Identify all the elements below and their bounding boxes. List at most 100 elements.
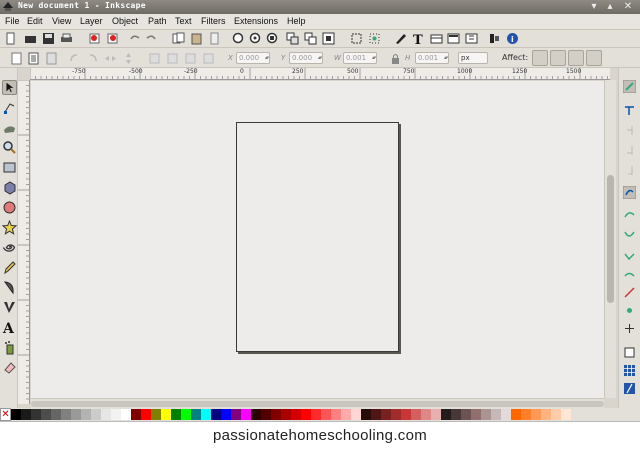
- color-swatch[interactable]: [181, 409, 191, 420]
- color-swatch[interactable]: [101, 409, 111, 420]
- rotate-cw-icon[interactable]: [86, 52, 99, 65]
- snap-rotation-center-icon[interactable]: [623, 322, 636, 335]
- color-swatch[interactable]: [441, 409, 451, 420]
- raise-icon[interactable]: [166, 52, 179, 65]
- height-field[interactable]: 0.001: [415, 52, 449, 64]
- color-swatch[interactable]: [111, 409, 121, 420]
- spray-tool-icon[interactable]: [2, 340, 17, 355]
- menu-file[interactable]: File: [5, 16, 20, 26]
- color-swatch[interactable]: [151, 409, 161, 420]
- snap-toggle-icon[interactable]: [623, 80, 636, 93]
- fill-stroke-icon[interactable]: [394, 32, 407, 45]
- flip-horizontal-icon[interactable]: [104, 52, 117, 65]
- color-swatch[interactable]: [541, 409, 551, 420]
- snap-page-border-icon[interactable]: [623, 346, 636, 359]
- zoom-tool-icon[interactable]: [2, 140, 17, 155]
- text-font-icon[interactable]: T: [412, 32, 425, 45]
- selector-tool-icon[interactable]: [2, 80, 17, 95]
- color-swatch[interactable]: [21, 409, 31, 420]
- ellipse-tool-icon[interactable]: [2, 200, 17, 215]
- undo-icon[interactable]: [128, 32, 141, 45]
- menu-extensions[interactable]: Extensions: [234, 16, 278, 26]
- scrollbar-thumb[interactable]: [607, 175, 614, 303]
- color-swatch[interactable]: [51, 409, 61, 420]
- pencil-tool-icon[interactable]: [2, 260, 17, 275]
- canvas[interactable]: [31, 81, 604, 398]
- open-file-icon[interactable]: [24, 32, 37, 45]
- color-swatch[interactable]: [551, 409, 561, 420]
- unit-select[interactable]: px: [458, 52, 488, 64]
- pen-tool-icon[interactable]: [2, 280, 17, 295]
- import-icon[interactable]: [88, 32, 101, 45]
- color-swatch[interactable]: [561, 409, 571, 420]
- menu-path[interactable]: Path: [148, 16, 167, 26]
- deselect-icon[interactable]: [45, 52, 58, 65]
- color-swatch[interactable]: [211, 409, 221, 420]
- zoom-drawing-icon[interactable]: [249, 32, 262, 45]
- duplicate-icon[interactable]: [286, 32, 299, 45]
- color-swatch[interactable]: [221, 409, 231, 420]
- color-swatch[interactable]: [471, 409, 481, 420]
- zoom-page-icon[interactable]: [266, 32, 279, 45]
- snap-paths-icon[interactable]: [623, 208, 636, 221]
- minimize-icon[interactable]: ▾: [588, 1, 600, 13]
- snap-line-midpoints-icon[interactable]: [623, 286, 636, 299]
- scrollbar-thumb[interactable]: [31, 401, 604, 407]
- spiral-tool-icon[interactable]: [2, 240, 17, 255]
- menu-filters[interactable]: Filters: [201, 16, 226, 26]
- menu-layer[interactable]: Layer: [80, 16, 103, 26]
- color-swatch[interactable]: [261, 409, 271, 420]
- color-swatch[interactable]: [451, 409, 461, 420]
- calligraphy-tool-icon[interactable]: [2, 300, 17, 315]
- lower-icon[interactable]: [184, 52, 197, 65]
- color-swatch[interactable]: [41, 409, 51, 420]
- color-swatch[interactable]: [281, 409, 291, 420]
- save-icon[interactable]: [42, 32, 55, 45]
- group-icon[interactable]: [350, 32, 363, 45]
- layers-icon[interactable]: [430, 32, 443, 45]
- affect-gradient-transform-button[interactable]: [568, 50, 584, 66]
- color-swatch[interactable]: [321, 409, 331, 420]
- export-icon[interactable]: [106, 32, 119, 45]
- snap-bbox-corner-icon[interactable]: [623, 144, 636, 157]
- menu-edit[interactable]: Edit: [27, 16, 43, 26]
- align-distribute-icon[interactable]: [465, 32, 478, 45]
- color-swatch[interactable]: [301, 409, 311, 420]
- color-swatch[interactable]: [481, 409, 491, 420]
- xml-editor-icon[interactable]: [447, 32, 460, 45]
- snap-guide-icon[interactable]: [623, 382, 636, 395]
- menu-view[interactable]: View: [52, 16, 71, 26]
- color-swatch[interactable]: [81, 409, 91, 420]
- color-swatch[interactable]: [251, 409, 261, 420]
- no-paint-swatch[interactable]: ✕: [0, 408, 11, 421]
- menu-text[interactable]: Text: [175, 16, 192, 26]
- affect-corner-scale-button[interactable]: [550, 50, 566, 66]
- color-swatch[interactable]: [171, 409, 181, 420]
- y-field[interactable]: 0.000: [289, 52, 323, 64]
- color-swatch[interactable]: [491, 409, 501, 420]
- color-swatch[interactable]: [161, 409, 171, 420]
- color-swatch[interactable]: [371, 409, 381, 420]
- menu-object[interactable]: Object: [112, 16, 138, 26]
- snap-intersections-icon[interactable]: [623, 228, 636, 241]
- color-swatch[interactable]: [521, 409, 531, 420]
- color-swatch[interactable]: [311, 409, 321, 420]
- paste-icon[interactable]: [190, 32, 203, 45]
- snap-object-midpoints-icon[interactable]: [623, 304, 636, 317]
- redo-icon[interactable]: [145, 32, 158, 45]
- color-swatch[interactable]: [461, 409, 471, 420]
- vertical-scrollbar[interactable]: [604, 80, 616, 398]
- print-icon[interactable]: [60, 32, 73, 45]
- color-swatch[interactable]: [91, 409, 101, 420]
- color-swatch[interactable]: [511, 409, 521, 420]
- document-page[interactable]: [236, 122, 399, 352]
- snap-bbox-icon[interactable]: [623, 104, 636, 117]
- snap-grid-icon[interactable]: [623, 364, 636, 377]
- horizontal-scrollbar[interactable]: [31, 398, 604, 408]
- color-swatch[interactable]: [331, 409, 341, 420]
- copy-icon[interactable]: [172, 32, 185, 45]
- color-swatch[interactable]: [381, 409, 391, 420]
- affect-stroke-scale-button[interactable]: [532, 50, 548, 66]
- select-all-layers-icon[interactable]: [27, 52, 40, 65]
- color-swatch[interactable]: [131, 409, 141, 420]
